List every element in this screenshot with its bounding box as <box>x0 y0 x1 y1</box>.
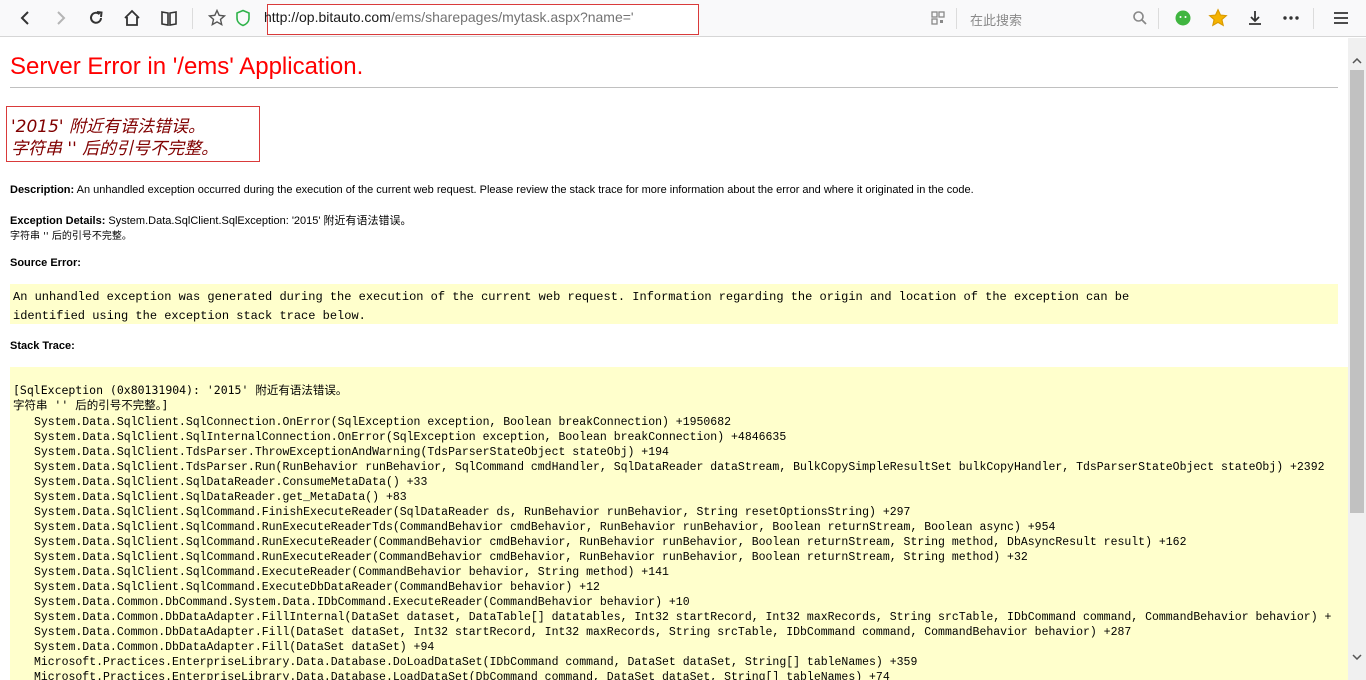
exception-text: System.Data.SqlClient.SqlException: '201… <box>105 215 412 227</box>
browser-toolbar: http://op.bitauto.com/ems/sharepages/myt… <box>0 0 1366 37</box>
stack-frame: System.Data.SqlClient.SqlCommand.RunExec… <box>34 536 1187 549</box>
stack-frame: System.Data.SqlClient.SqlConnection.OnEr… <box>34 416 732 429</box>
back-icon[interactable] <box>13 6 37 30</box>
bookmark-star-icon[interactable] <box>205 6 229 30</box>
url-text[interactable]: http://op.bitauto.com/ems/sharepages/myt… <box>264 9 634 25</box>
stack-frames: System.Data.SqlClient.SqlConnection.OnEr… <box>10 415 1331 680</box>
stack-frame: System.Data.SqlClient.SqlCommand.FinishE… <box>34 506 911 519</box>
description: Description: An unhandled exception occu… <box>10 184 974 196</box>
stack-frame: System.Data.Common.DbDataAdapter.Fill(Da… <box>34 641 435 654</box>
url-host: http://op.bitauto.com <box>264 9 391 25</box>
error-message: '2015' 附近有语法错误。 字符串 '' 后的引号不完整。 <box>11 117 219 159</box>
source-error-box: An unhandled exception was generated dur… <box>10 284 1338 324</box>
description-text: An unhandled exception occurred during t… <box>74 184 974 196</box>
search-icon[interactable] <box>1128 6 1152 30</box>
exception-details: Exception Details: System.Data.SqlClient… <box>10 212 412 228</box>
source-error-label: Source Error: <box>10 257 81 269</box>
stack-frame: System.Data.Common.DbDataAdapter.FillInt… <box>34 611 1332 624</box>
download-icon[interactable] <box>1243 6 1267 30</box>
scroll-down-icon[interactable] <box>1348 648 1366 666</box>
stack-frame: System.Data.SqlClient.SqlInternalConnect… <box>34 431 787 444</box>
stack-trace-head: [SqlException (0x80131904): '2015' 附近有语法… <box>13 383 348 412</box>
toolbar-separator <box>1158 8 1159 29</box>
source-error-heading: Source Error: <box>10 257 81 269</box>
forward-icon[interactable] <box>49 6 73 30</box>
menu-icon[interactable] <box>1329 6 1353 30</box>
search-placeholder: 在此搜索 <box>970 13 1023 28</box>
toolbar-separator <box>1313 8 1314 29</box>
wechat-icon[interactable] <box>1171 6 1195 30</box>
stack-frame: System.Data.SqlClient.SqlDataReader.Cons… <box>34 476 428 489</box>
stack-trace-heading: Stack Trace: <box>10 340 75 352</box>
url-path: /ems/sharepages/mytask.aspx?name=' <box>390 9 634 25</box>
favorites-star-icon[interactable] <box>1206 6 1230 30</box>
stack-trace-label: Stack Trace: <box>10 340 75 352</box>
stack-frame: Microsoft.Practices.EnterpriseLibrary.Da… <box>34 671 890 680</box>
stack-frame: System.Data.SqlClient.SqlCommand.Execute… <box>34 566 669 579</box>
reload-icon[interactable] <box>84 6 108 30</box>
shield-icon[interactable] <box>231 6 255 30</box>
scrollbar-thumb[interactable] <box>1350 70 1364 513</box>
stack-frame: System.Data.SqlClient.TdsParser.Run(RunB… <box>34 461 1325 474</box>
title-divider <box>10 87 1338 88</box>
toolbar-separator <box>956 8 957 29</box>
stack-trace-box: [SqlException (0x80131904): '2015' 附近有语法… <box>10 367 1348 680</box>
page-content: Server Error in '/ems' Application. '201… <box>0 38 1348 680</box>
source-error-text: An unhandled exception was generated dur… <box>13 290 1130 323</box>
page-title: Server Error in '/ems' Application. <box>10 53 364 80</box>
vertical-scrollbar[interactable] <box>1348 38 1366 680</box>
reader-icon[interactable] <box>157 6 181 30</box>
home-icon[interactable] <box>120 6 144 30</box>
exception-label: Exception Details: <box>10 215 106 227</box>
description-label: Description: <box>10 184 75 196</box>
stack-frame: System.Data.SqlClient.SqlDataReader.get_… <box>34 491 407 504</box>
stack-frame: System.Data.SqlClient.SqlCommand.RunExec… <box>34 521 1056 534</box>
qr-code-icon[interactable] <box>926 6 950 30</box>
stack-frame: System.Data.Common.DbCommand.System.Data… <box>34 596 690 609</box>
stack-frame: System.Data.SqlClient.SqlCommand.Execute… <box>34 581 600 594</box>
more-icon[interactable] <box>1279 6 1303 30</box>
scroll-up-icon[interactable] <box>1348 52 1366 70</box>
exception-text-line2: 字符串 '' 后的引号不完整。 <box>10 231 132 242</box>
stack-frame: Microsoft.Practices.EnterpriseLibrary.Da… <box>34 656 918 669</box>
stack-frame: System.Data.SqlClient.SqlCommand.RunExec… <box>34 551 1028 564</box>
toolbar-separator <box>192 8 193 29</box>
stack-frame: System.Data.SqlClient.TdsParser.ThrowExc… <box>34 446 669 459</box>
stack-frame: System.Data.Common.DbDataAdapter.Fill(Da… <box>34 626 1132 639</box>
